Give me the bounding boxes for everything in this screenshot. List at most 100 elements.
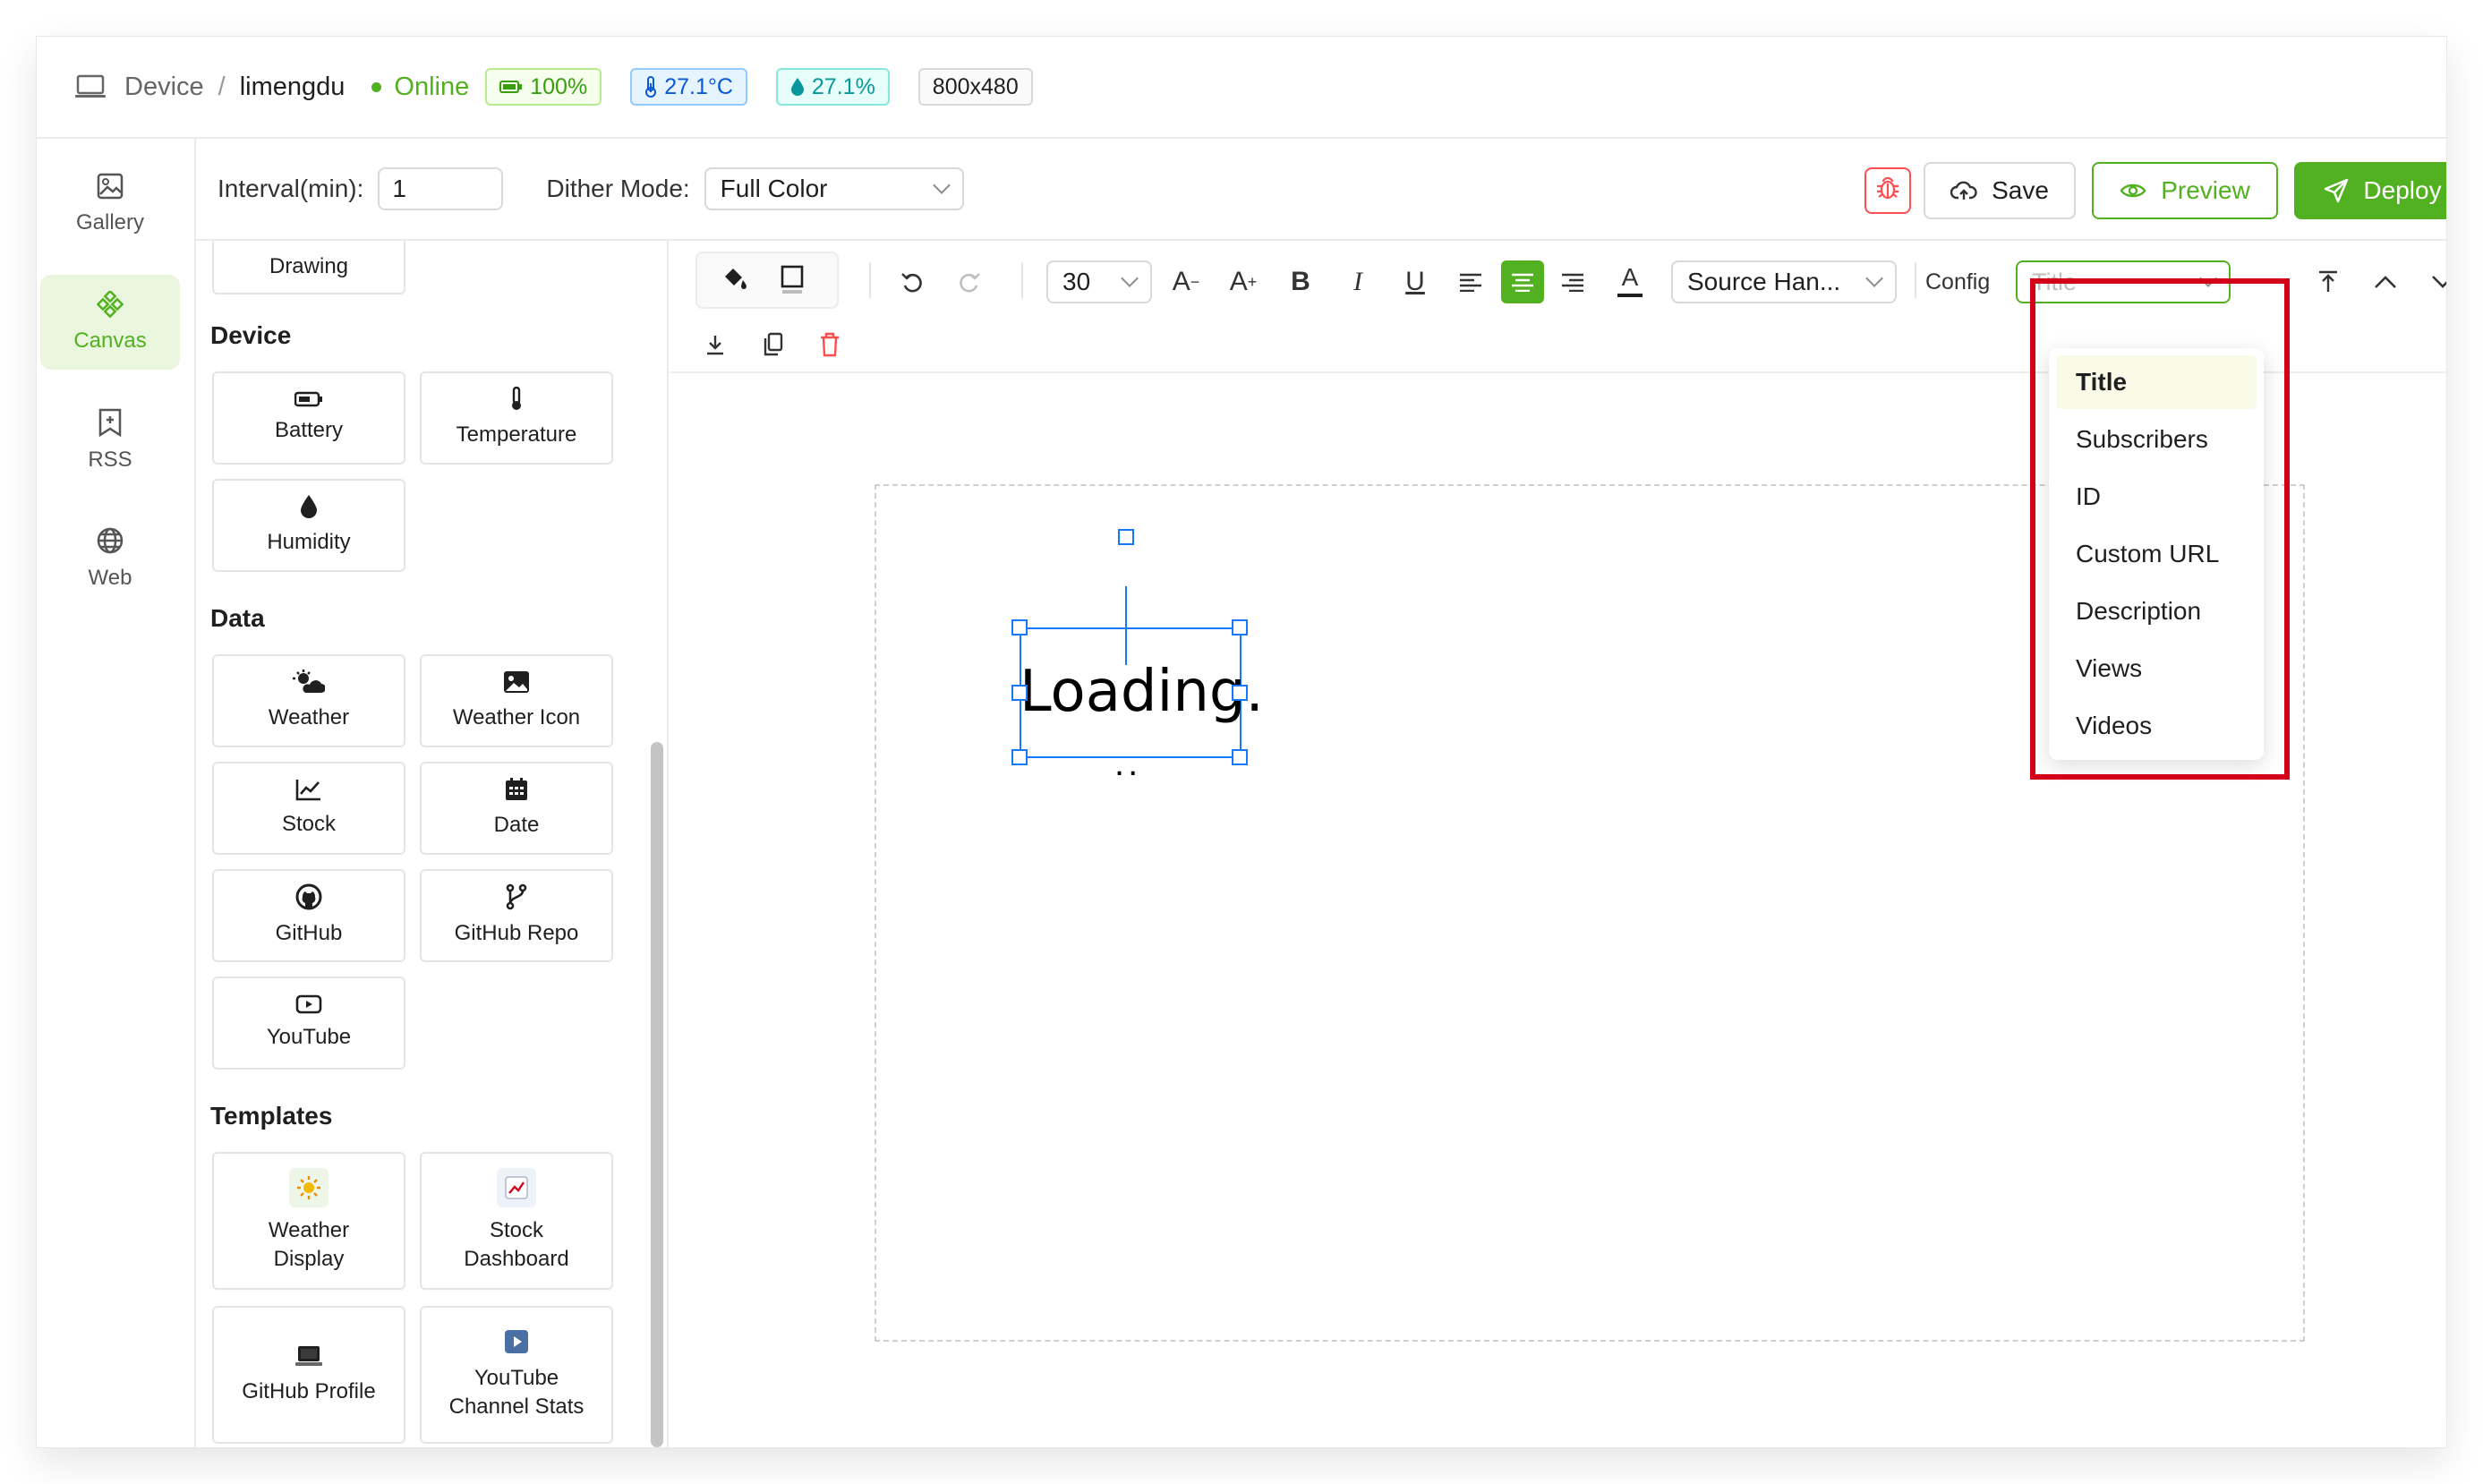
template-stock-dashboard-label: Stock Dashboard [464, 1218, 569, 1271]
template-weather-display-label: Weather Display [268, 1218, 350, 1271]
breadcrumb-separator: / [218, 72, 226, 101]
preview-button[interactable]: Preview [2092, 162, 2278, 219]
palette-weather-icon[interactable]: Weather Icon [420, 654, 613, 747]
palette-date[interactable]: Date [420, 762, 613, 855]
resize-handle-bottom-right[interactable] [1232, 749, 1248, 765]
font-family-select[interactable]: Source Han... [1671, 260, 1897, 303]
palette-github[interactable]: GitHub [212, 869, 405, 962]
temperature-badge: 27.1°C [630, 68, 747, 106]
template-youtube-channel-stats[interactable]: YouTube Channel Stats [420, 1306, 613, 1444]
bug-icon [1874, 175, 1901, 208]
text-color-icon[interactable]: A [1610, 259, 1650, 303]
deploy-button[interactable]: Deploy [2294, 162, 2446, 219]
underline-icon[interactable]: U [1395, 260, 1435, 303]
palette-drawing[interactable]: Drawing [212, 241, 405, 294]
picture-icon [503, 670, 530, 695]
align-center-icon[interactable] [1501, 260, 1544, 303]
dither-select[interactable]: Full Color [704, 167, 964, 210]
github-icon [295, 883, 322, 910]
resize-handle-bottom-left[interactable] [1011, 749, 1028, 765]
cloud-upload-icon [1950, 180, 1977, 201]
chevron-up-icon[interactable] [2366, 260, 2405, 303]
resolution-badge: 800x480 [917, 68, 1033, 106]
config-label: Config [1925, 269, 1991, 294]
stroke-color-icon[interactable] [772, 260, 812, 300]
calendar-icon [504, 777, 529, 802]
battery-value: 100% [530, 73, 588, 99]
trash-icon[interactable] [810, 325, 849, 364]
text-element-overflow: .. [1114, 744, 1142, 783]
font-size-value: 30 [1062, 268, 1091, 295]
device-name: limengdu [239, 72, 346, 101]
font-size-select[interactable]: 30 [1046, 260, 1152, 303]
nav-label-gallery: Gallery [75, 210, 145, 235]
git-branch-icon [505, 883, 528, 910]
nav-item-gallery[interactable]: Gallery [40, 157, 180, 252]
resize-handle-right[interactable] [1232, 685, 1248, 701]
debug-button[interactable] [1864, 167, 1911, 214]
rotate-handle[interactable] [1118, 529, 1134, 545]
palette-humidity[interactable]: Humidity [212, 479, 405, 572]
save-label: Save [1992, 176, 2049, 204]
palette-humidity-label: Humidity [267, 530, 351, 554]
breadcrumb-device[interactable]: Device [124, 72, 204, 102]
interval-input[interactable]: 1 [378, 167, 504, 210]
bold-icon[interactable]: B [1281, 260, 1320, 303]
template-weather-display[interactable]: Weather Display [212, 1152, 405, 1290]
bring-to-front-icon[interactable] [2308, 260, 2348, 303]
chevron-down-icon [1121, 269, 1139, 287]
template-github-profile-label: GitHub Profile [242, 1379, 376, 1403]
resize-handle-top-left[interactable] [1011, 619, 1028, 635]
nav-item-rss[interactable]: RSS [40, 393, 180, 488]
template-github-profile[interactable]: GitHub Profile [212, 1306, 405, 1444]
palette-stock[interactable]: Stock [212, 762, 405, 855]
undo-icon[interactable] [892, 260, 932, 303]
resize-handle-top-right[interactable] [1232, 619, 1248, 635]
palette-youtube[interactable]: YouTube [212, 977, 405, 1070]
nav-item-canvas[interactable]: Canvas [40, 275, 180, 370]
chevron-down-icon [1865, 269, 1883, 287]
device-header: Device / limengdu Online 100% 27.1°C 27.… [37, 37, 2446, 139]
palette-github-repo[interactable]: GitHub Repo [420, 869, 613, 962]
palette-youtube-label: YouTube [266, 1025, 352, 1049]
palette-battery[interactable]: Battery [212, 371, 405, 465]
nav-item-web[interactable]: Web [40, 511, 180, 606]
interval-label: Interval(min): [218, 175, 364, 202]
toolbar-divider [869, 262, 871, 298]
chevron-down-icon[interactable] [2423, 260, 2446, 303]
palette-battery-label: Battery [274, 418, 344, 442]
toolbar-divider [1915, 262, 1916, 298]
decrease-font-icon[interactable]: A − [1166, 260, 1206, 303]
palette-scrollbar-thumb[interactable] [651, 742, 663, 1447]
humidity-value: 27.1% [811, 73, 875, 99]
droplet-icon [790, 77, 805, 97]
italic-icon[interactable]: I [1338, 260, 1378, 303]
laptop-icon [74, 73, 107, 100]
deploy-label: Deploy [2363, 176, 2442, 204]
dither-label: Dither Mode: [546, 175, 690, 202]
section-device: Device [210, 321, 292, 349]
dither-value: Full Color [720, 175, 828, 202]
droplet-icon [299, 494, 319, 519]
increase-font-icon[interactable]: A + [1224, 260, 1263, 303]
section-templates: Templates [210, 1102, 333, 1130]
rss-icon [97, 408, 124, 437]
download-icon[interactable] [695, 325, 735, 364]
chevron-down-icon [932, 176, 951, 194]
palette-scrollbar[interactable] [647, 241, 665, 1447]
fill-bucket-icon[interactable] [715, 260, 755, 300]
palette-temperature[interactable]: Temperature [420, 371, 613, 465]
thermometer-icon [509, 387, 524, 412]
battery-icon [294, 391, 323, 407]
redo-icon[interactable] [950, 260, 989, 303]
align-right-icon[interactable] [1553, 260, 1592, 303]
app-window: Device / limengdu Online 100% 27.1°C 27.… [36, 36, 2447, 1448]
save-button[interactable]: Save [1924, 162, 2076, 219]
template-stock-dashboard[interactable]: Stock Dashboard [420, 1152, 613, 1290]
palette-weather[interactable]: Weather [212, 654, 405, 747]
text-element[interactable]: Loading. [1020, 660, 1264, 724]
align-left-icon[interactable] [1451, 260, 1490, 303]
play-button-icon [503, 1328, 530, 1355]
copy-icon[interactable] [753, 325, 792, 364]
resize-handle-left[interactable] [1011, 685, 1028, 701]
